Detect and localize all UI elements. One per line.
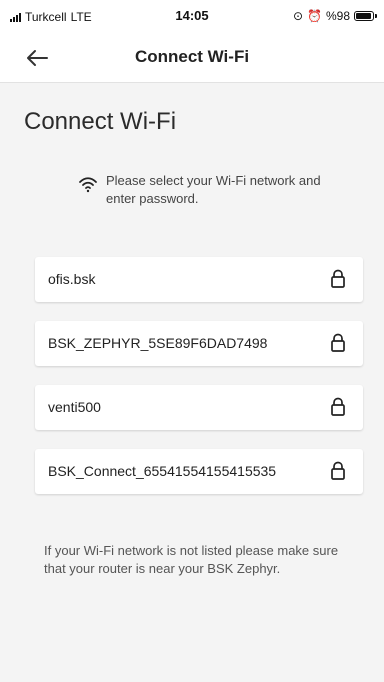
wifi-network-item[interactable]: ofis.bsk <box>35 257 363 302</box>
footer-note: If your Wi-Fi network is not listed plea… <box>44 543 339 576</box>
battery-icon <box>354 11 377 21</box>
lock-icon <box>331 333 345 352</box>
lock-icon <box>331 397 345 416</box>
instruction-text: Please select your Wi-Fi network and ent… <box>106 173 321 206</box>
wifi-network-item[interactable]: venti500 <box>35 385 363 430</box>
wifi-icon <box>79 177 97 193</box>
lock-icon <box>331 269 345 288</box>
instruction: Please select your Wi-Fi network and ent… <box>78 172 348 208</box>
connect-wifi-screen: Turkcell LTE 14:05 ⊙ ⏰ %98 Connect Wi-Fi… <box>0 0 384 682</box>
wifi-network-list: ofis.bsk BSK_ZEPHYR_5SE89F6DAD7498 venti… <box>35 257 363 513</box>
wifi-network-name: ofis.bsk <box>48 271 96 287</box>
page-title: Connect Wi-Fi <box>24 108 177 135</box>
alarm-icon: ⏰ <box>307 9 322 23</box>
status-bar: Turkcell LTE 14:05 ⊙ ⏰ %98 <box>0 0 384 34</box>
wifi-network-name: venti500 <box>48 399 101 415</box>
wifi-network-name: BSK_Connect_65541554155415535 <box>48 463 277 479</box>
nav-title: Connect Wi-Fi <box>134 47 250 66</box>
status-right: ⊙ ⏰ %98 <box>292 9 377 23</box>
wifi-network-item[interactable]: BSK_Connect_65541554155415535 <box>35 449 363 494</box>
battery-percentage: %98 <box>325 9 350 23</box>
wifi-network-name: BSK_ZEPHYR_5SE89F6DAD7498 <box>48 335 268 351</box>
rotation-lock-icon: ⊙ <box>292 9 304 23</box>
navigation-bar: Connect Wi-Fi <box>0 34 384 83</box>
lock-icon <box>331 461 345 480</box>
wifi-network-item[interactable]: BSK_ZEPHYR_5SE89F6DAD7498 <box>35 321 363 366</box>
battery-fill <box>356 13 371 19</box>
